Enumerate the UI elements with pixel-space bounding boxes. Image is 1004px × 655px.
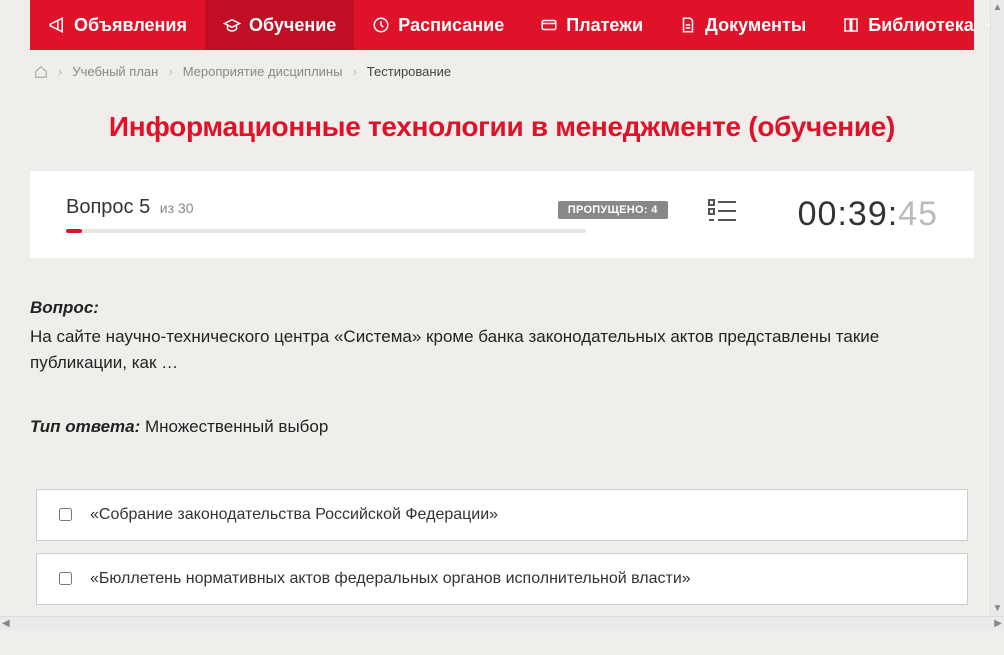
scroll-up-icon[interactable]: ▲ bbox=[993, 2, 1003, 13]
home-icon[interactable] bbox=[34, 65, 48, 79]
question-label: Вопрос: bbox=[30, 298, 974, 318]
status-left: Вопрос 5 из 30 ПРОПУЩЕНО: 4 bbox=[66, 196, 668, 233]
main-nav: Объявления Обучение Расписание Платежи Д… bbox=[30, 0, 974, 50]
progress-fill bbox=[66, 229, 82, 233]
nav-label: Платежи bbox=[566, 15, 643, 36]
nav-item-announcements[interactable]: Объявления bbox=[30, 0, 205, 50]
breadcrumb-sep: › bbox=[58, 64, 62, 79]
timer: 00:39:45 bbox=[798, 195, 938, 234]
option-text: «Бюллетень нормативных актов федеральных… bbox=[90, 570, 691, 588]
nav-item-schedule[interactable]: Расписание bbox=[354, 0, 522, 50]
page-title: Информационные технологии в менеджменте … bbox=[0, 93, 1004, 171]
nav-item-education[interactable]: Обучение bbox=[205, 0, 354, 50]
status-bar: Вопрос 5 из 30 ПРОПУЩЕНО: 4 00:39:45 bbox=[30, 171, 974, 258]
option-checkbox[interactable] bbox=[59, 508, 72, 521]
breadcrumb-current: Тестирование bbox=[367, 64, 451, 79]
progress-bar bbox=[66, 229, 586, 233]
scroll-down-icon[interactable]: ▼ bbox=[993, 603, 1003, 614]
nav-item-documents[interactable]: Документы bbox=[661, 0, 824, 50]
answer-type-row: Тип ответа: Множественный выбор bbox=[30, 417, 974, 437]
scroll-right-icon[interactable]: ▶ bbox=[994, 618, 1002, 629]
nav-label: Документы bbox=[705, 15, 806, 36]
breadcrumb-discipline-event[interactable]: Мероприятие дисциплины bbox=[183, 64, 343, 79]
nav-label: Библиотека bbox=[868, 15, 974, 36]
doc-icon bbox=[679, 16, 697, 34]
breadcrumb-sep: › bbox=[352, 64, 356, 79]
content: Вопрос: На сайте научно-технического цен… bbox=[0, 258, 1004, 655]
option-checkbox[interactable] bbox=[59, 572, 72, 585]
nav-item-library[interactable]: Библиотека bbox=[824, 0, 1004, 50]
horizontal-scrollbar[interactable]: ◀ ▶ bbox=[0, 616, 1004, 630]
scroll-left-icon[interactable]: ◀ bbox=[2, 618, 10, 629]
option-item[interactable]: «Бюллетень нормативных актов федеральных… bbox=[36, 553, 968, 605]
nav-label: Расписание bbox=[398, 15, 504, 36]
question-text: На сайте научно-технического центра «Сис… bbox=[30, 324, 974, 377]
nav-item-payments[interactable]: Платежи bbox=[522, 0, 661, 50]
option-text: «Собрание законодательства Российской Фе… bbox=[90, 506, 498, 524]
question-list-button[interactable] bbox=[668, 198, 798, 231]
grad-cap-icon bbox=[223, 16, 241, 34]
skipped-badge: ПРОПУЩЕНО: 4 bbox=[558, 201, 668, 219]
card-icon bbox=[540, 16, 558, 34]
nav-label: Обучение bbox=[249, 15, 336, 36]
megaphone-icon bbox=[48, 16, 66, 34]
list-icon bbox=[708, 198, 738, 226]
breadcrumb: › Учебный план › Мероприятие дисциплины … bbox=[0, 50, 1004, 93]
vertical-scrollbar[interactable]: ▲ ▼ bbox=[990, 0, 1004, 616]
breadcrumb-sep: › bbox=[168, 64, 172, 79]
book-icon bbox=[842, 16, 860, 34]
breadcrumb-study-plan[interactable]: Учебный план bbox=[72, 64, 158, 79]
option-item[interactable]: «Собрание законодательства Российской Фе… bbox=[36, 489, 968, 541]
nav-label: Объявления bbox=[74, 15, 187, 36]
clock-icon bbox=[372, 16, 390, 34]
question-counter: Вопрос 5 из 30 bbox=[66, 196, 193, 219]
options-list: «Собрание законодательства Российской Фе… bbox=[30, 489, 974, 623]
